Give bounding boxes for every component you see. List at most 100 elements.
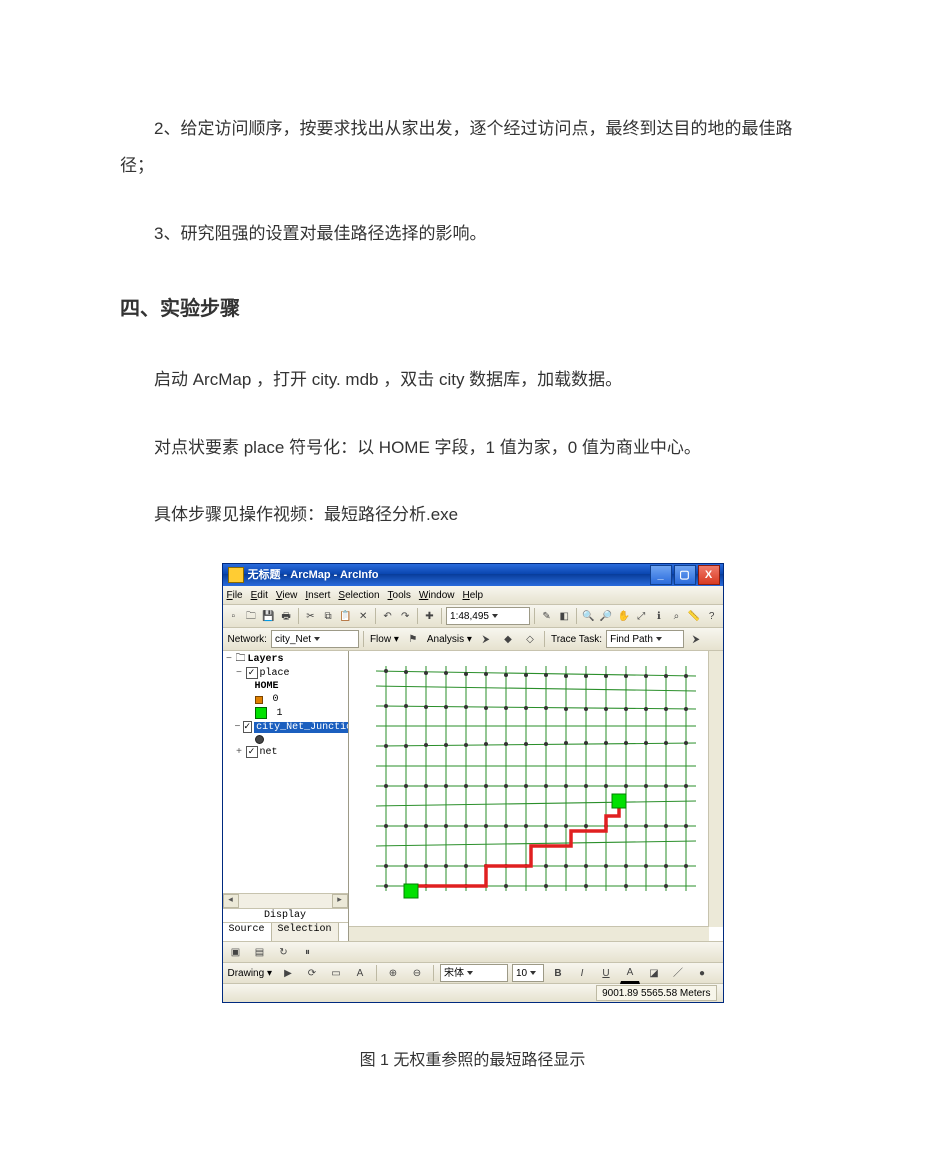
home-start-marker (404, 884, 418, 898)
help-icon[interactable]: ? (704, 606, 720, 626)
toolbar-separator (417, 608, 418, 624)
zoom-in-draw-icon[interactable]: ⊕ (383, 963, 403, 983)
undo-icon[interactable]: ↶ (380, 606, 396, 626)
line-color-icon[interactable]: ／ (668, 963, 688, 983)
network-select[interactable]: city_Net (271, 630, 359, 648)
flag-tool-icon[interactable]: ⚑ (403, 629, 423, 649)
pause-draw-icon[interactable]: ⏸ (298, 942, 318, 962)
menu-window[interactable]: Window (419, 590, 455, 601)
app-icon (228, 567, 244, 583)
print-icon[interactable]: 🖶 (278, 606, 294, 626)
paste-icon[interactable]: 📋 (338, 606, 354, 626)
find-icon[interactable]: ⌕ (669, 606, 685, 626)
full-extent-icon[interactable]: ⤢ (634, 606, 650, 626)
zoom-out-draw-icon[interactable]: ⊖ (407, 963, 427, 983)
pan-icon[interactable]: ✋ (616, 606, 632, 626)
toolbar-separator (375, 608, 376, 624)
marker-color-icon[interactable]: ● (692, 963, 712, 983)
toc-layer-place[interactable]: −✓place (225, 666, 346, 680)
trace-task-select[interactable]: Find Path (606, 630, 684, 648)
trace-task-label: Trace Task: (549, 634, 604, 645)
analysis-menu[interactable]: Analysis ▾ (425, 634, 474, 645)
solve-icon[interactable]: ⮞ (476, 629, 496, 649)
close-button[interactable]: X (698, 565, 720, 585)
cut-icon[interactable]: ✂ (303, 606, 319, 626)
toc-value-1[interactable]: 1 (225, 706, 346, 720)
open-icon[interactable]: 🗀 (243, 606, 259, 626)
add-data-icon[interactable]: ✚ (422, 606, 438, 626)
toc-field-home: HOME (225, 680, 346, 693)
trace-solve-icon[interactable]: ⮞ (686, 629, 706, 649)
junction-flag-icon[interactable]: ◆ (498, 629, 518, 649)
rotate-icon[interactable]: ⟳ (302, 963, 322, 983)
scale-input[interactable]: 1:48,495 (446, 607, 530, 625)
minimize-button[interactable]: _ (650, 565, 672, 585)
toc-tab-source[interactable]: Source (223, 923, 272, 941)
menu-edit[interactable]: Edit (251, 590, 268, 601)
menu-tools[interactable]: Tools (388, 590, 411, 601)
toc-layer-junctions[interactable]: −✓city_Net_Junctions (225, 720, 346, 734)
chevron-down-icon (314, 637, 320, 641)
delete-icon[interactable]: ✕ (355, 606, 371, 626)
map-canvas[interactable] (349, 651, 723, 941)
window-control-group: _ ▢ X (650, 565, 720, 585)
map-hscrollbar[interactable] (349, 926, 709, 941)
maximize-button[interactable]: ▢ (674, 565, 696, 585)
toc-tab-selection[interactable]: Selection (272, 923, 339, 941)
flow-label[interactable]: Flow ▾ (368, 634, 401, 645)
toolbar-separator (441, 608, 442, 624)
table-of-contents[interactable]: −🗀Layers −✓place HOME 0 1 −✓city_Net_Jun… (223, 651, 349, 941)
edge-flag-icon[interactable]: ◇ (520, 629, 540, 649)
toolbar-separator (363, 631, 364, 647)
menu-insert[interactable]: Insert (305, 590, 330, 601)
document-page: 2、给定访问顺序，按要求找出从家出发，逐个经过访问点，最终到达目的地的最佳路径；… (0, 0, 945, 1169)
rectangle-tool-icon[interactable]: ▭ (326, 963, 346, 983)
window-titlebar[interactable]: 无标题 - ArcMap - ArcInfo _ ▢ X (223, 564, 723, 586)
redo-icon[interactable]: ↷ (397, 606, 413, 626)
menu-view[interactable]: View (276, 590, 298, 601)
identify-icon[interactable]: ℹ (651, 606, 667, 626)
menu-file[interactable]: File (227, 590, 243, 601)
data-view-icon[interactable]: ▣ (226, 942, 246, 962)
zoom-in-icon[interactable]: 🔍 (581, 606, 597, 626)
toc-layer-net[interactable]: +✓net (225, 745, 346, 759)
font-name-select[interactable]: 宋体 (440, 964, 508, 982)
home-symbol-icon (255, 707, 267, 719)
refresh-icon[interactable]: ↻ (274, 942, 294, 962)
toc-hscrollbar[interactable]: ◂ ▸ (223, 893, 348, 908)
catalog-icon[interactable]: ◧ (556, 606, 572, 626)
scroll-track[interactable] (239, 894, 332, 908)
select-arrow-icon[interactable]: ▶ (278, 963, 298, 983)
scroll-left-icon[interactable]: ◂ (223, 894, 239, 908)
drawing-label[interactable]: Drawing ▾ (226, 968, 275, 979)
fill-color-icon[interactable]: ◪ (644, 963, 664, 983)
menu-selection[interactable]: Selection (338, 590, 379, 601)
underline-icon[interactable]: U (596, 963, 616, 983)
menu-bar[interactable]: File Edit View Insert Selection Tools Wi… (223, 586, 723, 605)
toc-root[interactable]: −🗀Layers (225, 653, 346, 666)
toolbar-separator (544, 631, 545, 647)
layout-view-icon[interactable]: ▤ (250, 942, 270, 962)
chevron-down-icon (530, 971, 536, 975)
zoom-out-icon[interactable]: 🔎 (598, 606, 614, 626)
window-title: 无标题 - ArcMap - ArcInfo (248, 569, 646, 581)
copy-icon[interactable]: ⧉ (320, 606, 336, 626)
font-color-icon[interactable]: A (620, 962, 640, 984)
text-tool-icon[interactable]: A (350, 963, 370, 983)
italic-icon[interactable]: I (572, 963, 592, 983)
font-size-select[interactable]: 10 (512, 964, 544, 982)
bold-icon[interactable]: B (548, 963, 568, 983)
editor-pencil-icon[interactable]: ✎ (539, 606, 555, 626)
toc-value-0[interactable]: 0 (225, 693, 346, 706)
measure-icon[interactable]: 📏 (686, 606, 702, 626)
paragraph-step-video: 具体步骤见操作视频：最短路径分析.exe (120, 496, 825, 533)
section-heading-4: 四、实验步骤 (120, 287, 825, 331)
scroll-right-icon[interactable]: ▸ (332, 894, 348, 908)
menu-help[interactable]: Help (462, 590, 483, 601)
map-vscrollbar[interactable] (708, 651, 723, 927)
new-doc-icon[interactable]: ▫ (226, 606, 242, 626)
toc-tree[interactable]: −🗀Layers −✓place HOME 0 1 −✓city_Net_Jun… (223, 651, 348, 893)
status-coords: 9001.89 5565.58 Meters (596, 985, 716, 1001)
save-icon[interactable]: 💾 (261, 606, 277, 626)
network-label: Network: (226, 634, 269, 645)
